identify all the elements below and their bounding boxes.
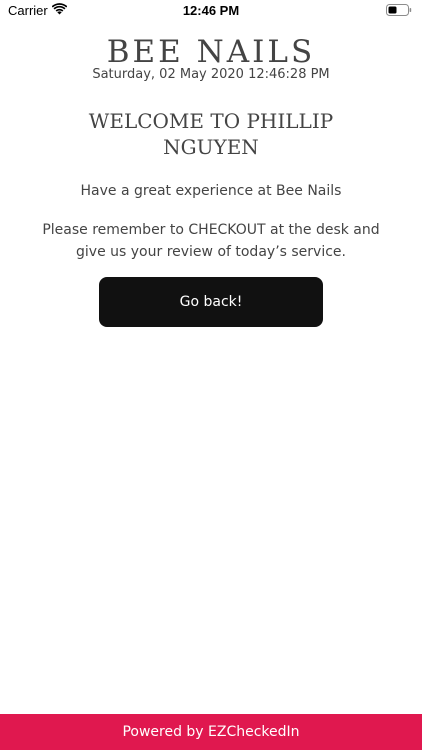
go-back-button[interactable]: Go back! — [99, 277, 323, 327]
powered-by-footer: Powered by EZCheckedIn — [0, 714, 422, 750]
welcome-heading: WELCOME TO PHILLIP NGUYEN — [88, 109, 334, 159]
status-time: 12:46 PM — [182, 3, 240, 18]
status-bar: Carrier 12:46 PM — [0, 0, 422, 22]
checkout-reminder: Please remember to CHECKOUT at the desk … — [42, 222, 380, 260]
current-datetime: Saturday, 02 May 2020 12:46:28 PM — [92, 67, 330, 82]
screen: Carrier 12:46 PM BEE NAILS Saturday, 02 … — [0, 0, 422, 750]
experience-message: Have a great experience at Bee Nails — [80, 183, 342, 199]
battery-icon — [386, 4, 412, 16]
brand-title: BEE NAILS — [106, 34, 316, 70]
